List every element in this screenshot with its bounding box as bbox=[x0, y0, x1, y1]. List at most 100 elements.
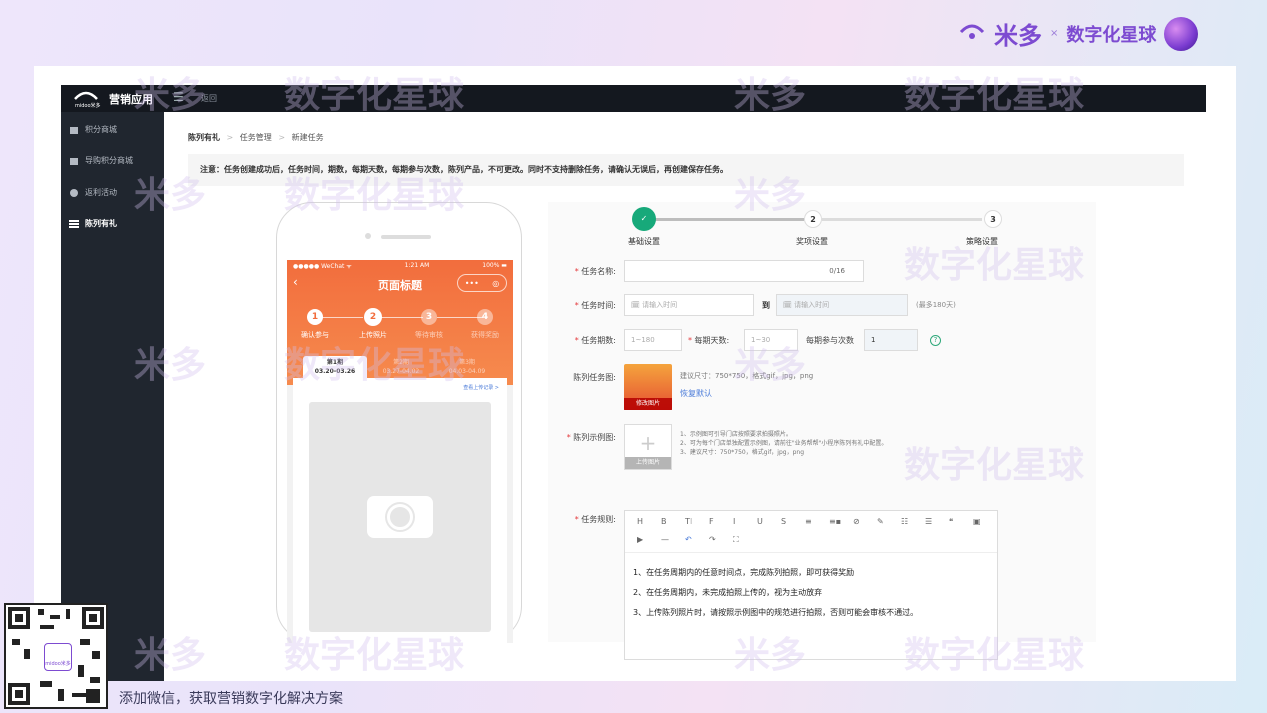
task-image-hint: 建议尺寸：750*750，格式gif，jpg，png bbox=[680, 372, 814, 380]
status-bar: ●●●●● WeChat ᯤ 1:21 AM 100% ▬ bbox=[293, 262, 507, 270]
undo-icon[interactable]: ↶ bbox=[685, 535, 692, 544]
qr-module bbox=[58, 689, 64, 701]
qr-code: midoo米多 bbox=[4, 603, 108, 709]
task-rules-label: * 任务规则: bbox=[574, 515, 616, 524]
task-name-label: * 任务名称: bbox=[574, 267, 616, 276]
sidebar-item-display-gift[interactable]: 陈列有礼 bbox=[69, 218, 117, 229]
brand-name: 米多 bbox=[994, 22, 1042, 50]
period-range: 03.27-04.02 bbox=[382, 368, 420, 375]
qr-module bbox=[38, 609, 44, 615]
font-size-icon[interactable]: T⁝ bbox=[685, 517, 692, 526]
qr-module bbox=[24, 649, 30, 659]
app-title: 营销应用 bbox=[109, 93, 153, 106]
qr-module bbox=[12, 639, 20, 645]
screenshot-frame: midoo米多 营销应用 ☰ 返回 积分商城 导购积分商城 返利活动 陈列有礼 … bbox=[34, 66, 1236, 681]
period-tab-1[interactable]: 第1期 03.20-03.26 bbox=[303, 356, 367, 378]
progress-label: 确认参与 bbox=[301, 331, 329, 339]
upload-image-button[interactable]: 上传图片 bbox=[625, 457, 671, 469]
days-per-period-input[interactable]: 1~30 bbox=[744, 329, 798, 351]
coin-icon bbox=[69, 188, 79, 198]
brush-icon[interactable]: ✎ bbox=[877, 517, 884, 526]
underline-icon[interactable]: U bbox=[757, 517, 763, 526]
close-icon[interactable]: ◎ bbox=[492, 279, 499, 288]
strikethrough-icon[interactable]: S bbox=[781, 517, 786, 526]
example-hint-3: 3、建议尺寸：750*750，格式gif，jpg，png bbox=[680, 449, 805, 456]
list-icon[interactable]: ☷ bbox=[901, 517, 908, 526]
qr-module bbox=[78, 665, 84, 677]
sidebar-item-label: 陈列有礼 bbox=[85, 219, 117, 228]
photo-placeholder[interactable] bbox=[309, 402, 491, 632]
editor-content[interactable]: 1、在任务周期内的任意时间点，完成陈列拍照，即可获得奖励 2、在任务周期内，未完… bbox=[633, 563, 918, 623]
midoo-logo-icon bbox=[959, 24, 985, 39]
sidebar-item-label: 返利活动 bbox=[85, 188, 117, 197]
font-family-icon[interactable]: F bbox=[709, 517, 714, 526]
stepper-label: 策略设置 bbox=[966, 237, 998, 246]
phone-header: ●●●●● WeChat ᯤ 1:21 AM 100% ▬ ‹ 页面标题 •••… bbox=[287, 260, 513, 385]
qr-module bbox=[40, 681, 52, 687]
image-icon[interactable]: ▣ bbox=[973, 517, 981, 526]
period-range: 04.03-04.09 bbox=[448, 368, 486, 375]
brand-separator: × bbox=[1050, 28, 1059, 39]
sidebar-item-label: 积分商城 bbox=[85, 125, 117, 134]
top-bar: midoo米多 营销应用 ☰ 返回 bbox=[61, 85, 1206, 112]
sidebar-item-rebate[interactable]: 返利活动 bbox=[69, 187, 117, 198]
qr-finder bbox=[82, 607, 104, 629]
status-left: ●●●●● WeChat ᯤ bbox=[293, 263, 352, 270]
redo-icon[interactable]: ↷ bbox=[709, 535, 716, 544]
view-upload-link[interactable]: 查看上传记录 > bbox=[463, 384, 499, 391]
period-name: 第3期 bbox=[459, 359, 475, 366]
quote-icon[interactable]: ❝ bbox=[949, 517, 953, 526]
times-per-period-input[interactable]: 1 bbox=[864, 329, 918, 351]
help-icon[interactable]: ? bbox=[930, 335, 941, 346]
qr-module bbox=[90, 677, 100, 683]
plus-icon: + bbox=[639, 431, 657, 455]
fullscreen-icon[interactable]: ⛶ bbox=[733, 535, 739, 545]
mini-program-capsule[interactable]: ••• ◎ bbox=[457, 274, 507, 292]
task-periods-input[interactable]: 1~180 bbox=[624, 329, 682, 351]
task-name-input[interactable]: 0/16 bbox=[624, 260, 864, 282]
phone-speaker bbox=[381, 235, 431, 239]
divider-icon[interactable]: — bbox=[661, 535, 669, 544]
period-name: 第2期 bbox=[393, 359, 409, 366]
sidebar-item-guide-points-mall[interactable]: 导购积分商城 bbox=[69, 155, 133, 166]
breadcrumb-root[interactable]: 陈列有礼 bbox=[188, 133, 220, 142]
qr-module bbox=[86, 689, 100, 703]
time-separator: 到 bbox=[762, 301, 770, 310]
breadcrumb-sep: > bbox=[278, 133, 286, 142]
camera-icon bbox=[367, 496, 433, 538]
start-time-input[interactable]: 🗓 请输入时间 bbox=[624, 294, 754, 316]
example-hint-1: 1、示例图可引导门店按照要求拍摄照片。 bbox=[680, 431, 792, 438]
period-tab-2[interactable]: 第2期 03.27-04.02 bbox=[369, 356, 433, 378]
restore-default-link[interactable]: 恢复默认 bbox=[680, 388, 712, 399]
clear-format-icon[interactable]: ⊘ bbox=[853, 517, 860, 526]
end-time-input[interactable]: 🗓 请输入时间 bbox=[776, 294, 908, 316]
upload-example-image[interactable]: + 上传图片 bbox=[624, 424, 672, 470]
sidebar-item-points-mall[interactable]: 积分商城 bbox=[69, 124, 117, 135]
bold-icon[interactable]: B bbox=[661, 517, 667, 526]
video-icon[interactable]: ▶ bbox=[637, 535, 643, 544]
period-tab-3[interactable]: 第3期 04.03-04.09 bbox=[435, 356, 499, 378]
task-image-thumbnail[interactable]: 修改图片 bbox=[624, 364, 672, 410]
times-per-period-label: 每期参与次数 bbox=[806, 336, 854, 345]
breadcrumb-sep: > bbox=[226, 133, 234, 142]
more-icon[interactable]: ••• bbox=[465, 279, 479, 288]
back-link[interactable]: 返回 bbox=[201, 93, 217, 104]
heading-icon[interactable]: H bbox=[637, 517, 643, 526]
progress-label: 上传照片 bbox=[359, 331, 387, 339]
sidebar: 积分商城 导购积分商城 返利活动 陈列有礼 bbox=[61, 112, 164, 681]
progress-label: 获得奖励 bbox=[471, 331, 499, 339]
rules-editor[interactable]: H B T⁝ F I U S ≡ ≡▪ ⊘ ✎ ☷ ☰ ❝ ▣ ▶ — ↶ ↷ … bbox=[624, 510, 998, 660]
task-periods-label: * 任务期数: bbox=[574, 336, 616, 345]
italic-icon[interactable]: I bbox=[733, 517, 735, 526]
change-image-button[interactable]: 修改图片 bbox=[624, 398, 672, 410]
menu-icon[interactable]: ☰ bbox=[173, 90, 184, 104]
text-color-icon[interactable]: ≡▪ bbox=[829, 517, 841, 526]
task-image-label: 陈列任务图: bbox=[573, 373, 616, 382]
rule-line: 2、在任务周期内，未完成拍照上传的，视为主动放弃 bbox=[633, 588, 823, 597]
qr-module bbox=[40, 625, 54, 629]
stepper-step-1-check-icon: ✓ bbox=[632, 207, 656, 231]
line-height-icon[interactable]: ≡ bbox=[805, 517, 812, 526]
breadcrumb-mid[interactable]: 任务管理 bbox=[240, 133, 272, 142]
align-icon[interactable]: ☰ bbox=[925, 517, 932, 526]
qr-module bbox=[66, 609, 70, 619]
